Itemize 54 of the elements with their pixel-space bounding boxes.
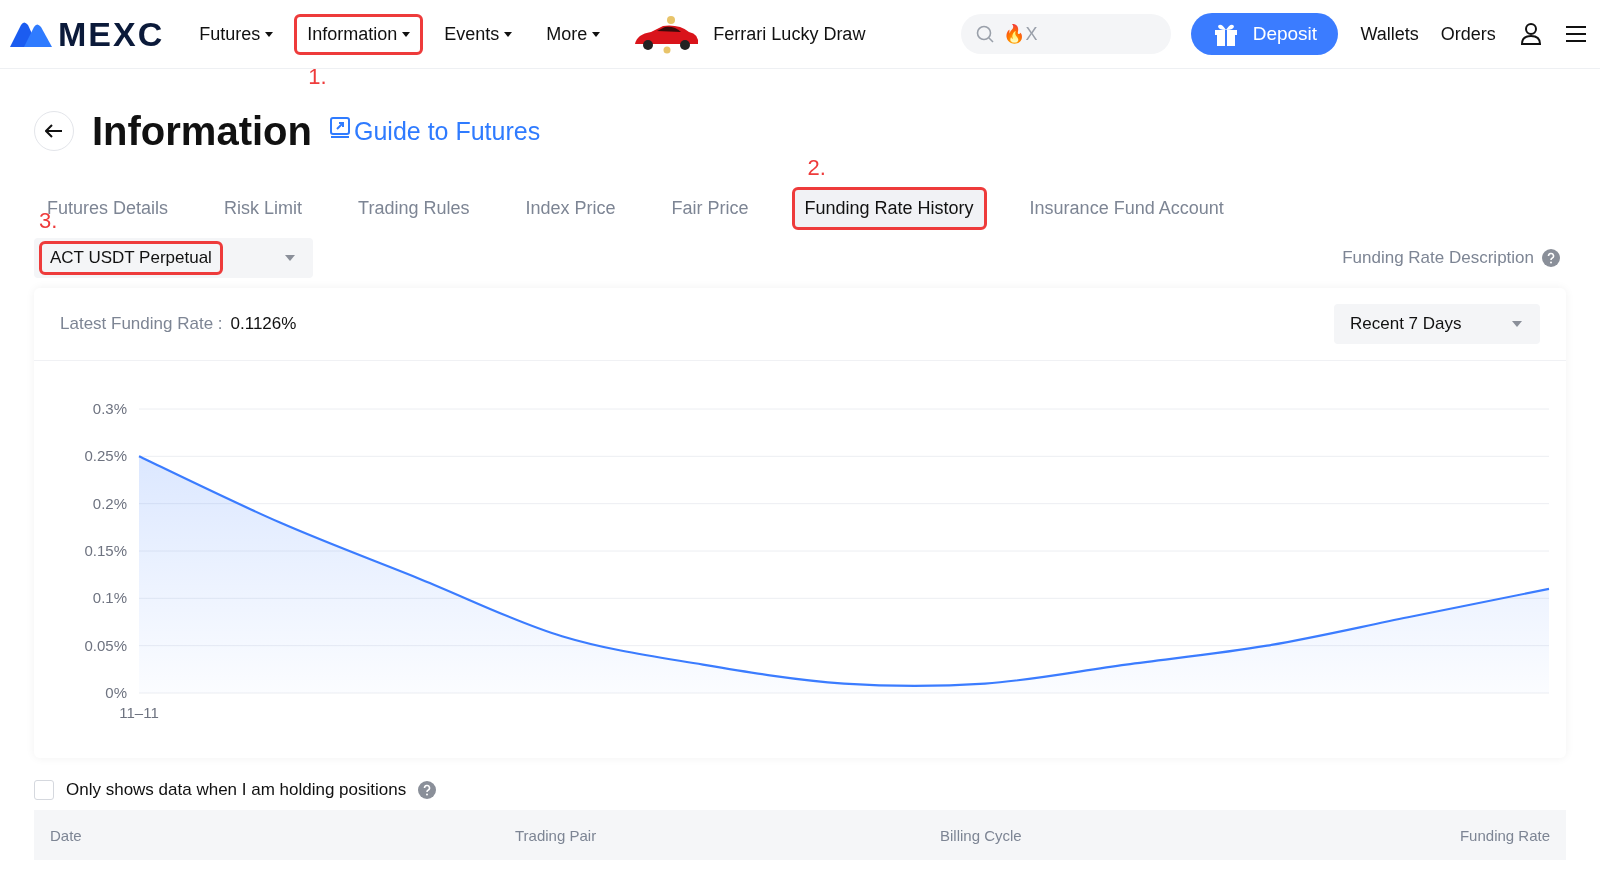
y-axis-label: 0.2%: [92, 494, 127, 512]
nav-menu-item[interactable]: Futures: [186, 13, 287, 55]
search-field[interactable]: 🔥X: [961, 14, 1172, 54]
gift-icon: [1212, 22, 1239, 46]
help-icon[interactable]: [418, 781, 437, 799]
book-icon: [330, 117, 350, 139]
y-axis-label: 0.3%: [92, 400, 127, 417]
nav-menu-item[interactable]: More: [533, 13, 614, 55]
filter-label: Only shows data when I am holding positions: [66, 780, 407, 800]
logo-text[interactable]: MEXC: [58, 14, 165, 54]
menu-icon[interactable]: [1565, 25, 1586, 43]
tab[interactable]: Funding Rate History: [791, 187, 987, 230]
deposit-button[interactable]: Deposit: [1191, 13, 1339, 55]
latest-rate-value: 0.1126%: [230, 314, 297, 334]
y-axis-label: 0%: [105, 684, 127, 701]
caret-icon: [1512, 321, 1522, 327]
column-header: Funding Rate: [1458, 826, 1550, 844]
caret-icon: [265, 31, 274, 37]
search-icon: [976, 25, 995, 43]
tab[interactable]: Trading Rules: [345, 187, 483, 230]
column-header: Trading Pair: [514, 826, 598, 844]
description-link[interactable]: Funding Rate Description: [1342, 248, 1534, 268]
latest-rate-label: Latest Funding Rate :: [60, 314, 223, 334]
y-axis-label: 0.15%: [84, 542, 127, 559]
logo-icon: [10, 21, 52, 47]
range-dropdown[interactable]: Recent 7 Days: [1334, 304, 1540, 344]
page-title: Information: [92, 108, 312, 154]
y-axis-label: 0.1%: [92, 589, 127, 607]
caret-icon: [402, 31, 411, 37]
back-arrow-icon: [45, 124, 63, 138]
contract-dropdown[interactable]: ACT USDT Perpetual: [34, 238, 313, 278]
tab[interactable]: Index Price: [512, 187, 629, 230]
nav-menu-item[interactable]: Events: [431, 13, 526, 55]
y-axis-label: 0.25%: [84, 447, 127, 465]
caret-icon: [592, 31, 601, 37]
callout-number: 1.: [308, 63, 327, 90]
caret-icon: [504, 31, 513, 37]
help-icon[interactable]: [1542, 249, 1560, 267]
user-icon[interactable]: [1519, 22, 1542, 46]
column-header: Billing Cycle: [939, 826, 1023, 844]
header-link[interactable]: Wallets: [1360, 23, 1419, 45]
tab[interactable]: Risk Limit: [211, 187, 316, 230]
tab[interactable]: Insurance Fund Account: [1016, 187, 1237, 230]
callout-number: 2.: [807, 155, 826, 181]
y-axis-label: 0.05%: [84, 636, 127, 654]
back-button[interactable]: [34, 111, 74, 151]
header-link[interactable]: Orders: [1440, 23, 1496, 45]
guide-link[interactable]: Guide to Futures: [354, 116, 541, 146]
column-header: Date: [50, 826, 83, 844]
promo-link[interactable]: Ferrari Lucky Draw: [713, 23, 866, 45]
tab[interactable]: Fair Price: [658, 187, 762, 230]
caret-icon: [285, 255, 295, 261]
checkbox[interactable]: [34, 780, 54, 800]
x-axis-label: 11–11: [119, 704, 159, 721]
